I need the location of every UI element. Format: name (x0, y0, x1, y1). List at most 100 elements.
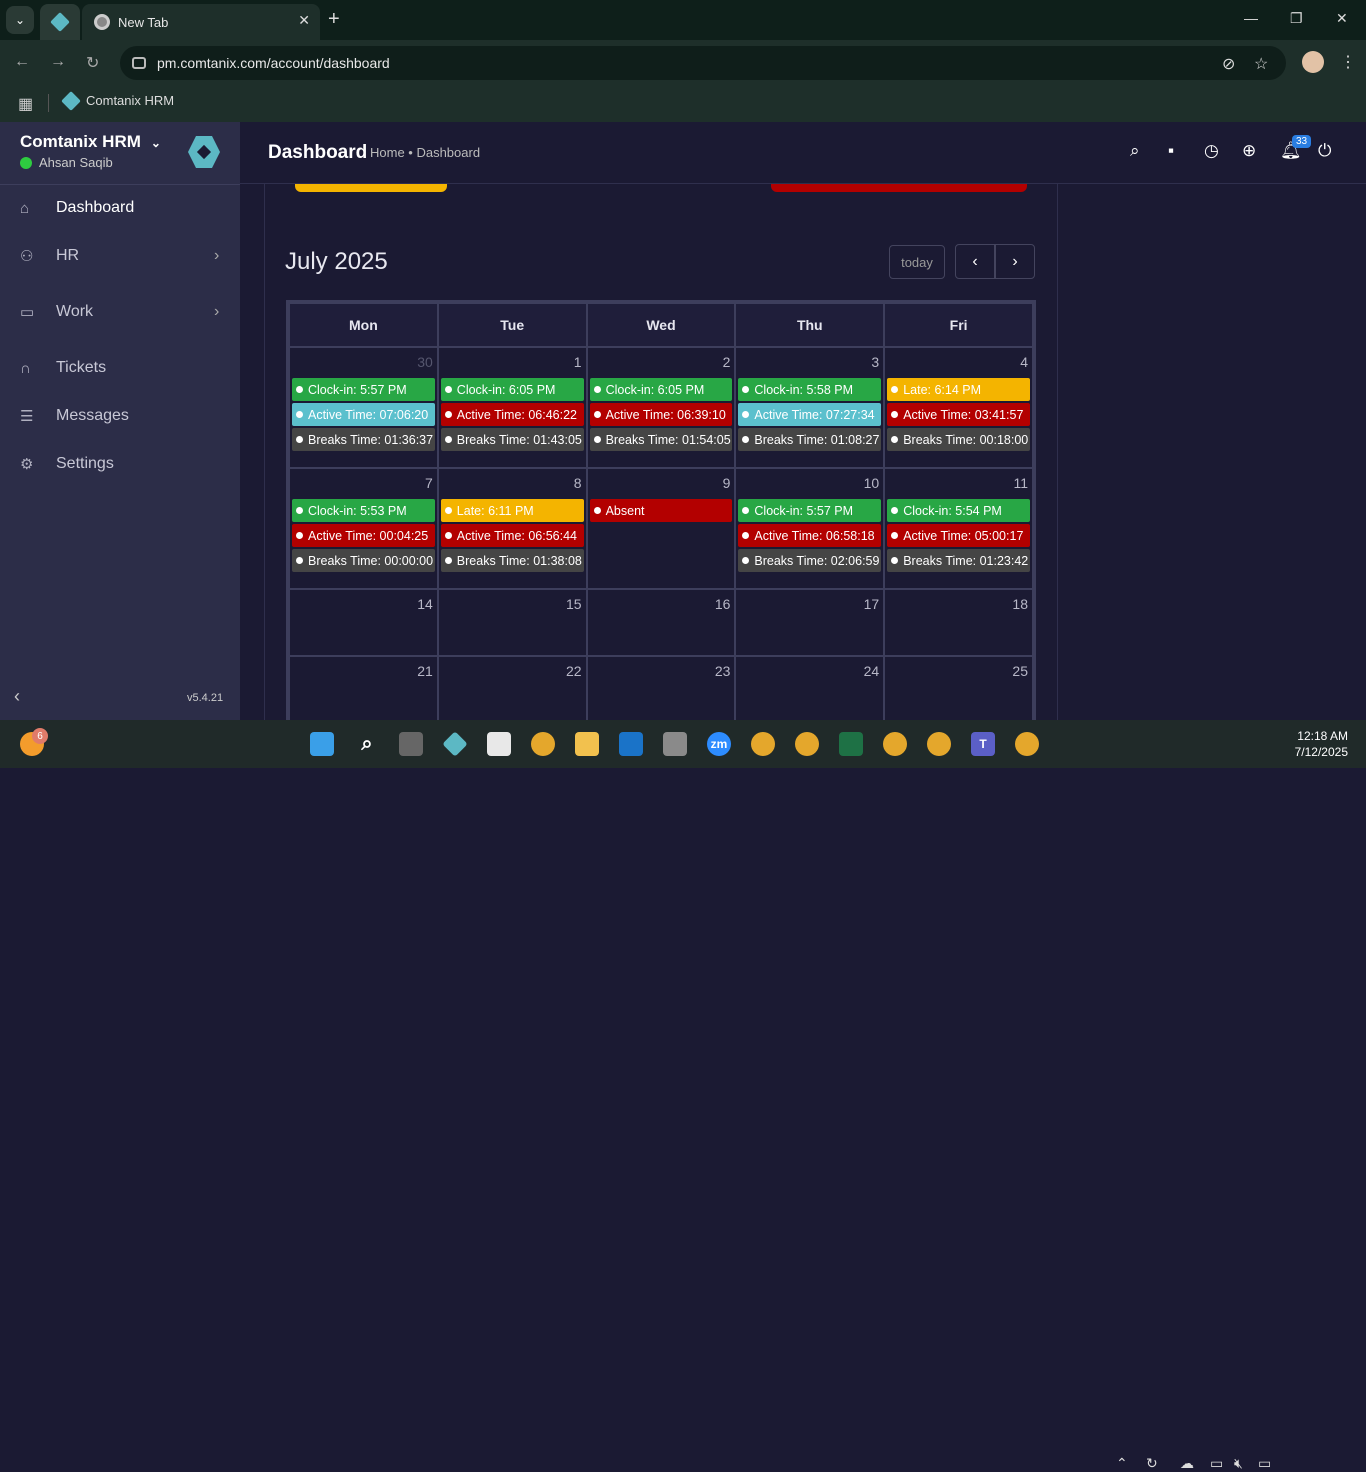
search-icon[interactable]: ⌕ (355, 732, 379, 756)
clock-icon[interactable]: ◷ (1204, 141, 1219, 161)
minimize-button[interactable]: — (1244, 10, 1258, 26)
sidebar-item-settings[interactable]: ⚙ Settings (0, 444, 240, 484)
add-icon[interactable]: ⊕ (1242, 141, 1256, 161)
calendar-day-cell[interactable]: 8 Late: 6:11 PM Active Time: 06:56:44 Break… (436, 467, 588, 590)
calendar-day-cell[interactable]: 16 (585, 588, 737, 657)
clock-out-button[interactable] (771, 184, 1027, 192)
calendar-day-cell[interactable]: 2 Clock-in: 6:05 PM Active Time: 06:39:10 B… (585, 346, 737, 469)
attendance-event[interactable]: Clock-in: 5:57 PM (292, 378, 435, 401)
attendance-event[interactable]: Active Time: 06:58:18 (738, 524, 882, 547)
cloud-off-icon[interactable]: ☁ (1180, 1455, 1194, 1472)
calendar-day-cell[interactable]: 7 Clock-in: 5:53 PM Active Time: 00:04:25 B… (288, 467, 439, 590)
browser-tab[interactable]: New Tab ✕ (82, 4, 320, 40)
attendance-event[interactable]: Late: 6:11 PM (440, 499, 584, 522)
attendance-event[interactable]: Breaks Time: 00:00:00 (292, 549, 435, 572)
window-close-button[interactable]: ✕ (1336, 10, 1348, 27)
attendance-event[interactable]: Active Time: 06:39:10 (589, 403, 733, 426)
chevron-up-icon[interactable]: ⌃ (1116, 1455, 1128, 1472)
attendance-event[interactable]: Clock-in: 6:05 PM (440, 378, 584, 401)
attendance-event[interactable]: Absent (589, 499, 733, 522)
calendar-day-cell[interactable]: 15 (436, 588, 588, 657)
star-icon[interactable]: ☆ (1254, 54, 1268, 74)
attendance-event[interactable]: Clock-in: 5:54 PM (887, 499, 1030, 522)
calendar-day-cell[interactable]: 11 Clock-in: 5:54 PM Active Time: 05:00:17… (883, 467, 1034, 590)
power-icon[interactable]: ⏻ (1318, 141, 1331, 161)
attendance-event[interactable]: Breaks Time: 01:36:37 (292, 428, 435, 451)
attendance-event[interactable]: Clock-in: 6:05 PM (589, 378, 733, 401)
tab-search-button[interactable]: ⌄ (6, 6, 34, 34)
calendar-day-cell[interactable]: 24 (734, 655, 886, 724)
attendance-event[interactable]: Active Time: 07:27:34 (738, 403, 882, 426)
profile-avatar[interactable] (1302, 51, 1324, 73)
store-icon[interactable] (487, 732, 511, 756)
calendar-day-cell[interactable]: 1 Clock-in: 6:05 PM Active Time: 06:46:22 B… (436, 346, 588, 469)
pinned-tab[interactable] (40, 4, 80, 40)
attendance-event[interactable]: Breaks Time: 01:43:05 (440, 428, 584, 451)
sync-icon[interactable]: ↻ (1146, 1455, 1158, 1472)
notes-icon[interactable]: ▪ (1168, 141, 1174, 161)
attendance-event[interactable]: Active Time: 00:04:25 (292, 524, 435, 547)
calendar-day-cell[interactable]: 18 (883, 588, 1034, 657)
apps-grid-icon[interactable]: ▦ (18, 94, 33, 114)
calendar-day-cell[interactable]: 21 (288, 655, 439, 724)
network-icon[interactable]: ▭ (1210, 1455, 1223, 1472)
today-button[interactable]: today (889, 245, 945, 279)
windows-start-icon[interactable] (310, 732, 334, 756)
new-tab-button[interactable]: + (328, 8, 340, 31)
chrome-profile-icon[interactable] (927, 732, 951, 756)
reload-icon[interactable]: ↻ (86, 53, 99, 73)
collapse-sidebar-icon[interactable]: ‹ (14, 686, 20, 707)
teams-icon[interactable]: T (971, 732, 995, 756)
zoom-icon[interactable]: zm (707, 732, 731, 756)
system-clock[interactable]: 12:18 AM 7/12/2025 (1288, 728, 1348, 760)
calendar-day-cell[interactable]: 9 Absent (585, 467, 737, 590)
calendar-day-cell[interactable]: 22 (436, 655, 588, 724)
back-icon[interactable]: ← (14, 53, 30, 71)
chrome-active-icon[interactable] (1015, 732, 1039, 756)
sidebar-item-messages[interactable]: ☰ Messages (0, 396, 240, 436)
clock-action-button[interactable] (295, 184, 447, 192)
task-view-icon[interactable] (399, 732, 423, 756)
url-input[interactable]: pm.comtanix.com/account/dashboard (120, 46, 1286, 80)
brand-switcher[interactable]: Comtanix HRM ⌄ (20, 132, 161, 152)
chrome-profile-icon[interactable] (795, 732, 819, 756)
comtanix-app-icon[interactable] (442, 731, 468, 757)
attendance-event[interactable]: Breaks Time: 01:54:05 (589, 428, 733, 451)
close-icon[interactable]: ✕ (298, 12, 310, 29)
attendance-event[interactable]: Clock-in: 5:53 PM (292, 499, 435, 522)
attendance-event[interactable]: Breaks Time: 01:38:08 (440, 549, 584, 572)
sidebar-item-hr[interactable]: ⚇ HR › (0, 236, 240, 276)
attendance-event[interactable]: Active Time: 03:41:57 (887, 403, 1030, 426)
prev-month-button[interactable]: ‹ (955, 244, 995, 279)
battery-icon[interactable]: ▭ (1258, 1455, 1271, 1472)
sidebar-item-dashboard[interactable]: ⌂ Dashboard (0, 188, 240, 228)
calendar-day-cell[interactable]: 3 Clock-in: 5:58 PM Active Time: 07:27:34 B… (734, 346, 886, 469)
attendance-event[interactable]: Breaks Time: 00:18:00 (887, 428, 1030, 451)
restore-button[interactable]: ❐ (1290, 10, 1303, 27)
calculator-icon[interactable] (663, 732, 687, 756)
next-month-button[interactable]: › (995, 244, 1035, 279)
file-explorer-icon[interactable] (575, 732, 599, 756)
calendar-day-cell[interactable]: 17 (734, 588, 886, 657)
attendance-event[interactable]: Clock-in: 5:58 PM (738, 378, 882, 401)
attendance-event[interactable]: Breaks Time: 01:08:27 (738, 428, 882, 451)
calendar-day-cell[interactable]: 4 Late: 6:14 PM Active Time: 03:41:57 Break… (883, 346, 1034, 469)
calendar-day-cell[interactable]: 25 (883, 655, 1034, 724)
kebab-menu-icon[interactable]: ⋮ (1340, 52, 1356, 72)
calendar-day-cell[interactable]: 23 (585, 655, 737, 724)
sidebar-item-tickets[interactable]: ∩ Tickets (0, 348, 240, 388)
calendar-day-cell[interactable]: 30 Clock-in: 5:57 PM Active Time: 07:06:20… (288, 346, 439, 469)
search-icon[interactable]: ⌕ (1130, 141, 1140, 161)
outlook-icon[interactable] (619, 732, 643, 756)
bookmark-comtanix[interactable]: Comtanix HRM (61, 90, 174, 111)
chrome-profile-icon[interactable] (883, 732, 907, 756)
attendance-event[interactable]: Breaks Time: 01:23:42 (887, 549, 1030, 572)
chrome-profile-icon[interactable] (751, 732, 775, 756)
site-info-icon[interactable] (132, 57, 146, 69)
forward-icon[interactable]: → (50, 53, 66, 71)
attendance-event[interactable]: Late: 6:14 PM (887, 378, 1030, 401)
attendance-event[interactable]: Breaks Time: 02:06:59 (738, 549, 882, 572)
attendance-event[interactable]: Active Time: 06:56:44 (440, 524, 584, 547)
attendance-event[interactable]: Clock-in: 5:57 PM (738, 499, 882, 522)
volume-muted-icon[interactable]: 🔇︎ (1234, 1455, 1243, 1472)
